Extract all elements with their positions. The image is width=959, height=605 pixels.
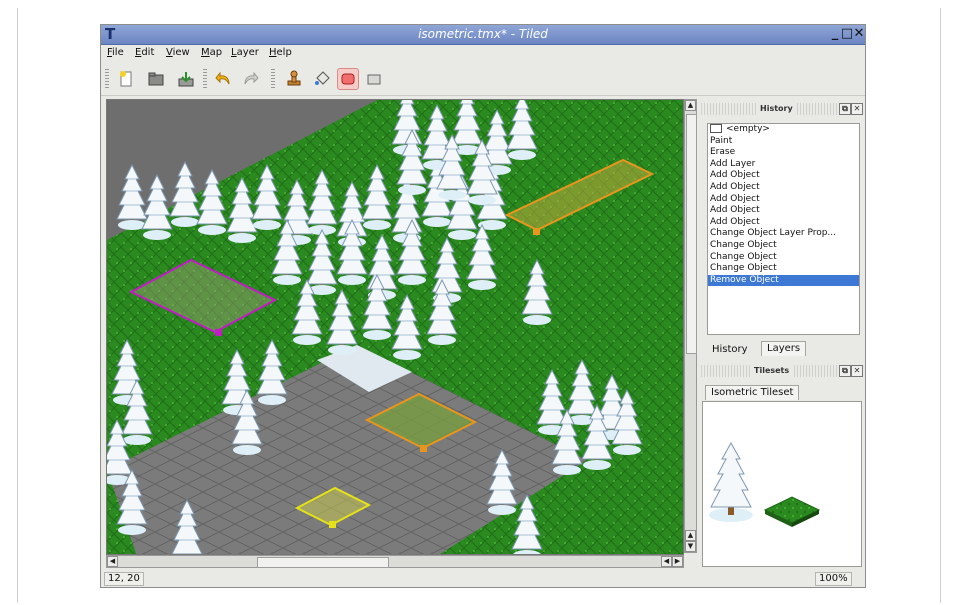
history-item[interactable]: Change Object [708, 263, 859, 275]
history-item[interactable]: Change Object [708, 252, 859, 264]
menu-map-accel: M [201, 47, 210, 58]
map-horizontal-scrollbar[interactable]: ◀ ◀ ▶ [106, 555, 684, 568]
history-item[interactable]: Change Object [708, 240, 859, 252]
menu-help[interactable]: Help [269, 47, 292, 58]
new-file-icon[interactable] [115, 68, 137, 90]
menu-map-label: ap [209, 47, 223, 58]
close-icon[interactable]: ✕ [851, 365, 863, 377]
scroll-left-icon[interactable]: ◀ [661, 556, 672, 567]
menu-map[interactable]: Map [201, 47, 222, 58]
map-canvas[interactable] [106, 99, 684, 555]
menu-file[interactable]: File [107, 47, 124, 58]
history-item[interactable]: Paint [708, 136, 859, 148]
menu-bar: File Edit View Map Layer Help [101, 45, 865, 63]
map-vertical-scrollbar[interactable]: ▲ ▲ ▼ [684, 99, 697, 553]
scroll-up-icon[interactable]: ▲ [685, 100, 696, 111]
tileset-grass-tile[interactable] [763, 496, 821, 524]
bucket-fill-icon[interactable] [311, 68, 333, 90]
close-icon[interactable]: ✕ [851, 26, 867, 42]
history-item[interactable]: Erase [708, 147, 859, 159]
scroll-thumb[interactable] [686, 114, 697, 354]
isometric-map[interactable] [107, 100, 684, 555]
undo-icon[interactable] [213, 68, 235, 90]
tab-isometric-tileset[interactable]: Isometric Tileset [705, 385, 800, 400]
tileset-view[interactable] [702, 401, 862, 567]
select-icon[interactable] [363, 68, 385, 90]
cursor-coordinates: 12, 20 [104, 572, 144, 586]
menu-view-label: iew [172, 47, 190, 58]
float-icon[interactable]: ⧉ [839, 365, 851, 377]
menu-help-accel: H [269, 47, 277, 58]
stamp-brush-icon[interactable] [283, 68, 305, 90]
history-item[interactable]: Add Object [708, 217, 859, 229]
history-item[interactable]: Add Object [708, 182, 859, 194]
history-item-label: <empty> [726, 124, 770, 134]
redo-icon[interactable] [239, 68, 261, 90]
window-title: isometric.tmx* - Tiled [418, 27, 548, 41]
title-bar[interactable]: T isometric.tmx* - Tiled _ □ ✕ [101, 25, 865, 45]
tilesets-title: Tilesets [751, 365, 793, 377]
history-item[interactable]: Add Object [708, 205, 859, 217]
tab-history[interactable]: History [707, 343, 753, 357]
menu-layer-label: ayer [236, 47, 259, 58]
menu-view[interactable]: View [166, 47, 190, 58]
toolbar-separator [271, 69, 275, 89]
toolbar [101, 63, 865, 96]
menu-help-label: elp [276, 47, 292, 58]
menu-file-label: ile [112, 47, 124, 58]
tilesets-dock-title[interactable]: Tilesets ⧉ ✕ [701, 365, 863, 377]
history-item[interactable]: Change Object Layer Prop... [708, 228, 859, 240]
menu-layer[interactable]: Layer [231, 47, 259, 58]
scroll-up-icon[interactable]: ▲ [685, 530, 696, 541]
history-clean-icon [710, 124, 722, 133]
tileset-tree-tile[interactable] [709, 441, 753, 522]
scroll-thumb[interactable] [257, 557, 389, 568]
status-bar: 12, 20 100% [101, 571, 865, 587]
history-list[interactable]: <empty> Paint Erase Add Layer Add Object… [707, 123, 860, 335]
history-dock-title[interactable]: History ⧉ ✕ [701, 103, 863, 115]
eraser-icon[interactable] [337, 68, 359, 90]
menu-edit-label: dit [141, 47, 155, 58]
scroll-left-icon[interactable]: ◀ [107, 556, 118, 567]
scroll-down-icon[interactable]: ▼ [685, 541, 696, 552]
save-icon[interactable] [175, 68, 197, 90]
zoom-level: 100% [815, 572, 852, 586]
menu-edit[interactable]: Edit [135, 47, 154, 58]
open-folder-icon[interactable] [145, 68, 167, 90]
toolbar-handle[interactable] [105, 69, 109, 89]
scroll-right-icon[interactable]: ▶ [672, 556, 683, 567]
tiled-window: T isometric.tmx* - Tiled _ □ ✕ File Edit… [100, 24, 866, 588]
history-item-selected[interactable]: Remove Object [708, 274, 859, 287]
history-item[interactable]: Add Object [708, 194, 859, 206]
history-item[interactable]: Add Object [708, 170, 859, 182]
tab-layers[interactable]: Layers [761, 341, 807, 356]
float-icon[interactable]: ⧉ [839, 103, 851, 115]
tileset-tiles[interactable] [703, 402, 861, 566]
history-title: History [757, 103, 796, 115]
history-item[interactable]: <empty> [708, 124, 859, 136]
history-item[interactable]: Add Layer [708, 159, 859, 171]
close-icon[interactable]: ✕ [851, 103, 863, 115]
toolbar-separator [203, 69, 207, 89]
menu-view-accel: V [166, 47, 173, 58]
